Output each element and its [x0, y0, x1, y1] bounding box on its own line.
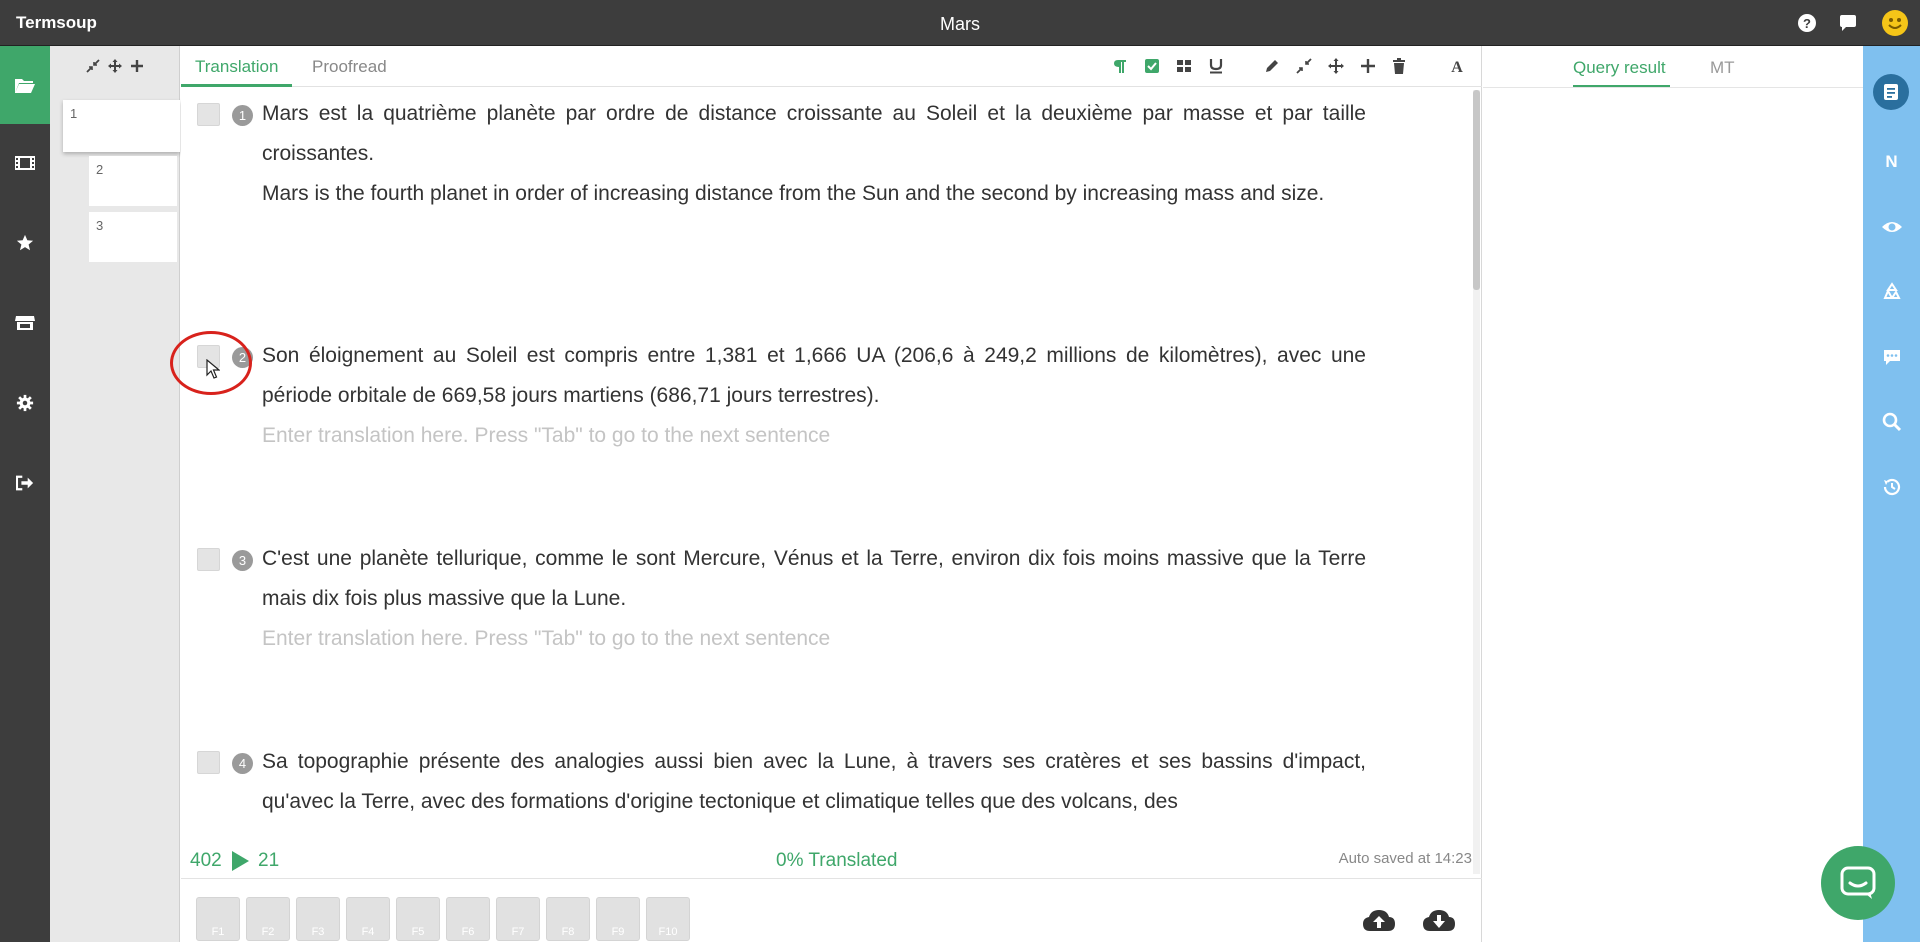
- title-bar: Termsoup Mars ?: [0, 0, 1920, 46]
- comment-icon[interactable]: [1863, 337, 1920, 377]
- pencil-icon[interactable]: [1263, 57, 1281, 75]
- cloud-upload-icon[interactable]: [1361, 907, 1397, 935]
- tab-mt[interactable]: MT: [1710, 58, 1735, 78]
- function-key-button[interactable]: F5: [396, 897, 440, 941]
- grid-icon[interactable]: [1175, 57, 1193, 75]
- autosave-status: Auto saved at 14:23: [1338, 850, 1472, 867]
- plus-icon[interactable]: [1359, 57, 1377, 75]
- segment-number: 3: [232, 550, 253, 571]
- move-icon[interactable]: [1327, 57, 1345, 75]
- segment-checkbox[interactable]: [197, 103, 220, 126]
- function-key-button[interactable]: F6: [446, 897, 490, 941]
- function-key-button[interactable]: F4: [346, 897, 390, 941]
- segment-source-text: Mars est la quatrième planète par ordre …: [262, 102, 1366, 165]
- segment-source-text: Sa topographie présente des analogies au…: [262, 750, 1366, 813]
- translation-progress: 0% Translated: [776, 850, 898, 871]
- search-icon[interactable]: [1863, 402, 1920, 442]
- status-bar: 402 21 0% Translated Auto saved at 14:23: [181, 842, 1482, 878]
- help-icon[interactable]: ?: [1797, 13, 1817, 33]
- segment-checkbox[interactable]: [197, 548, 220, 571]
- segment-number: 1: [232, 105, 253, 126]
- chat-launcher-button[interactable]: [1821, 846, 1895, 920]
- eye-icon[interactable]: [1863, 207, 1920, 247]
- function-key-button[interactable]: F8: [546, 897, 590, 941]
- editor-scrollbar[interactable]: [1473, 90, 1480, 874]
- function-key-button[interactable]: F9: [596, 897, 640, 941]
- thumbnail-toolbar: [50, 46, 180, 86]
- segment-translation-input[interactable]: Enter translation here. Press "Tab" to g…: [262, 416, 1366, 456]
- function-key-button[interactable]: F7: [496, 897, 540, 941]
- compress-icon[interactable]: [86, 59, 100, 73]
- folder-icon[interactable]: [0, 46, 50, 124]
- scrollbar-thumb[interactable]: [1473, 90, 1480, 290]
- underline-icon[interactable]: [1207, 57, 1225, 75]
- chat-bubble-icon[interactable]: [1838, 13, 1858, 33]
- segment-list: 1 Mars est la quatrième planète par ordr…: [181, 88, 1482, 878]
- chat-icon: [1840, 866, 1876, 899]
- recycle-icon[interactable]: [1863, 272, 1920, 312]
- tab-proofread[interactable]: Proofread: [312, 57, 387, 77]
- page-thumbnail[interactable]: 3: [89, 212, 177, 262]
- page-thumbnail[interactable]: 1: [63, 100, 180, 152]
- notebook-icon[interactable]: [1873, 74, 1909, 110]
- store-icon[interactable]: [0, 284, 50, 362]
- left-navigation: [0, 46, 50, 942]
- smiley-icon[interactable]: [1882, 10, 1908, 36]
- page-thumbnails-panel: 1 2 3: [50, 46, 180, 942]
- segment-count: 21: [258, 850, 280, 871]
- gear-icon[interactable]: [0, 364, 50, 442]
- function-key-button[interactable]: F2: [246, 897, 290, 941]
- checkbox-icon[interactable]: [1143, 57, 1161, 75]
- plus-icon[interactable]: [130, 59, 144, 73]
- history-icon[interactable]: [1863, 467, 1920, 507]
- trash-icon[interactable]: [1390, 57, 1408, 75]
- function-key-button[interactable]: F3: [296, 897, 340, 941]
- svg-text:A: A: [1451, 59, 1463, 75]
- tab-translation[interactable]: Translation: [195, 57, 278, 77]
- active-tab-indicator: [181, 84, 292, 87]
- n-button[interactable]: N: [1863, 142, 1920, 182]
- tab-divider: [1483, 87, 1863, 88]
- segment-translation-input[interactable]: Enter translation here. Press "Tab" to g…: [262, 619, 1366, 659]
- svg-text:?: ?: [1803, 16, 1811, 31]
- function-key-button[interactable]: F1: [196, 897, 240, 941]
- document-title: Mars: [940, 14, 980, 34]
- segment-number: 4: [232, 753, 253, 774]
- play-icon[interactable]: [232, 851, 249, 871]
- right-toolbar: N: [1863, 46, 1920, 942]
- query-panel: Query result MT: [1483, 46, 1863, 942]
- segment-checkbox[interactable]: [197, 751, 220, 774]
- paragraph-icon[interactable]: [1111, 57, 1129, 75]
- editor-panel: Translation Proofread A 1 Mars est la qu…: [181, 46, 1482, 942]
- mouse-cursor-icon: [206, 359, 220, 379]
- editor-tabs: Translation Proofread A: [181, 46, 1482, 87]
- function-key-bar: F1 F2 F3 F4 F5 F6 F7 F8 F9 F10: [181, 878, 1482, 942]
- logout-icon[interactable]: [0, 444, 50, 522]
- source-word-count: 402: [190, 850, 222, 871]
- cloud-download-icon[interactable]: [1421, 907, 1457, 935]
- segment-source-text: C'est une planète tellurique, comme le s…: [262, 547, 1366, 610]
- move-icon[interactable]: [108, 59, 122, 73]
- film-icon[interactable]: [0, 124, 50, 202]
- segment-source-text: Son éloignement au Soleil est compris en…: [262, 344, 1366, 407]
- tab-query-result[interactable]: Query result: [1573, 58, 1666, 78]
- page-thumbnail[interactable]: 2: [89, 156, 177, 206]
- segment-translation-input[interactable]: Mars is the fourth planet in order of in…: [262, 174, 1366, 214]
- font-icon[interactable]: A: [1448, 57, 1466, 75]
- function-key-button[interactable]: F10: [646, 897, 690, 941]
- star-icon[interactable]: [0, 204, 50, 282]
- compress-icon[interactable]: [1295, 57, 1313, 75]
